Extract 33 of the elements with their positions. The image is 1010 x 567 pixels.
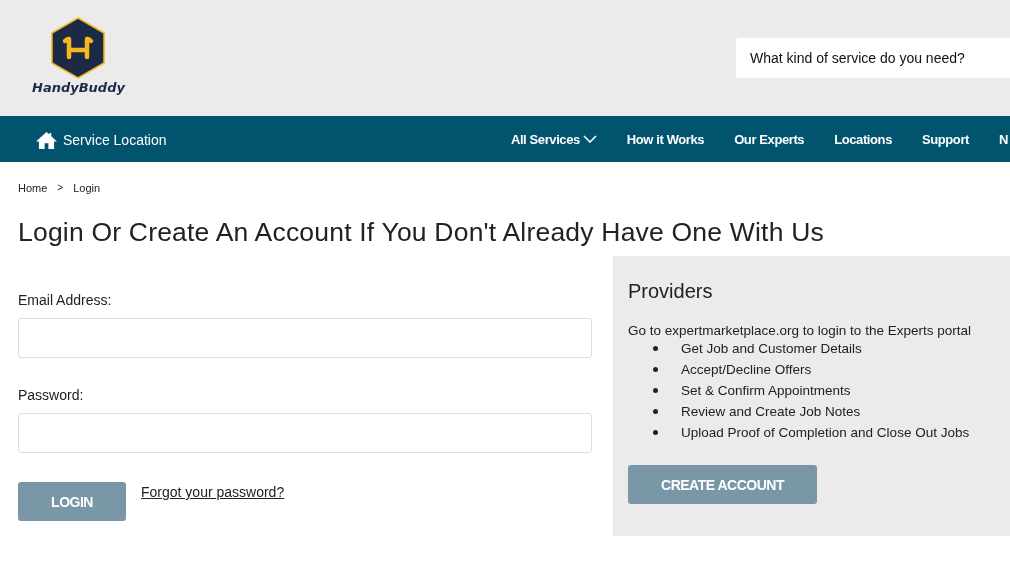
nav-link[interactable]: Locations [834,131,892,147]
service-location-link[interactable]: Service Location [35,130,167,150]
breadcrumb-link[interactable]: Home [18,182,48,194]
bullet-icon [653,430,658,435]
chevron-down-icon [582,135,597,143]
nav-link[interactable]: Our Experts [734,131,805,147]
nav-link[interactable]: Support [921,131,969,147]
forgot-password-link[interactable]: Forgot your password? [141,484,285,500]
bullet-icon [653,346,658,351]
breadcrumb-separator: > [57,182,64,194]
page-title: Login Or Create An Account If You Don't Already Have One With Us [18,217,825,248]
input-field[interactable] [18,413,592,453]
input-field[interactable] [18,318,592,358]
search-field[interactable]: What kind of service do you need? [736,38,1010,78]
intro-text: Go to expertmarketplace.org to login to the Experts portal [628,323,972,338]
list-item: Get Job and Customer Details [681,341,862,356]
bullet-icon [653,388,658,393]
logo-icon[interactable] [50,17,107,79]
list-item: Upload Proof of Completion and Close Out Jobs [681,425,970,440]
logo-text: HandyBuddy [32,80,125,95]
list-item: Review and Create Job Notes [681,404,861,419]
nav-link[interactable]: N [999,131,1008,147]
breadcrumb-link[interactable]: Login [73,182,101,194]
list-item: Set & Confirm Appointments [681,383,851,398]
field-label: Email Address: [18,292,113,308]
nav-link[interactable]: All Services [510,131,597,147]
bullet-icon [653,409,658,414]
list-item: Accept/Decline Offers [681,362,812,377]
panel-heading: Providers [628,280,714,303]
field-label: Password: [18,387,85,403]
home-icon [35,130,58,150]
bullet-icon [653,367,658,372]
nav-link[interactable]: How it Works [626,131,705,147]
